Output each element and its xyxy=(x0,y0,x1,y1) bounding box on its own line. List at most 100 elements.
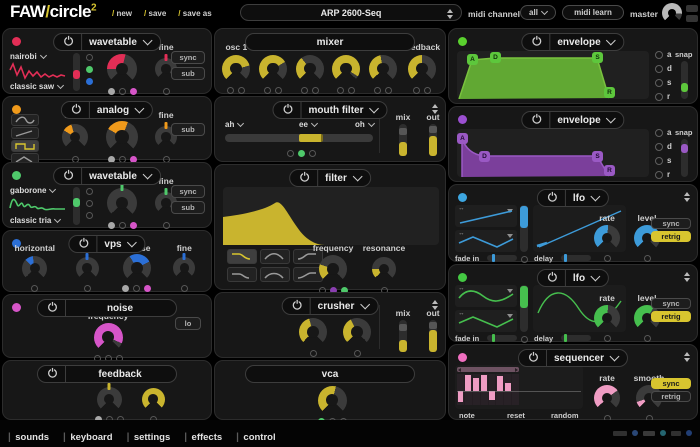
tune-knob[interactable] xyxy=(97,387,122,412)
feedback-level-knob[interactable] xyxy=(408,55,436,83)
tab-sounds[interactable]: | sounds xyxy=(8,427,49,445)
env-slider[interactable] xyxy=(681,139,688,177)
power-icon[interactable] xyxy=(531,33,542,51)
wave-select[interactable]: classic tria xyxy=(10,216,60,225)
rate-knob[interactable] xyxy=(343,318,371,346)
mod-slots[interactable] xyxy=(84,285,91,292)
mod-slot-dot[interactable] xyxy=(133,285,140,292)
power-icon[interactable] xyxy=(528,349,539,367)
mod-slots[interactable] xyxy=(287,150,316,157)
sequencer-step[interactable] xyxy=(457,374,464,405)
env-r-mod-slot[interactable] xyxy=(655,171,663,179)
menu-save-as[interactable]: / save as xyxy=(178,9,211,18)
env-r-mod-slot[interactable] xyxy=(655,93,663,101)
tab-effects[interactable]: | effects xyxy=(184,427,222,445)
chevron-down-icon[interactable] xyxy=(135,104,145,114)
level-knob[interactable] xyxy=(318,386,347,415)
chevron-down-icon[interactable] xyxy=(142,36,152,46)
power-icon[interactable] xyxy=(47,365,58,383)
power-icon[interactable] xyxy=(283,101,294,119)
chevron-down-icon[interactable] xyxy=(369,104,379,114)
chevron-down-icon[interactable] xyxy=(606,36,616,46)
chevron-down-icon[interactable] xyxy=(606,114,616,124)
mod-slots[interactable] xyxy=(108,222,137,229)
vowel-ah-select[interactable]: ah xyxy=(225,120,243,129)
sync-button[interactable]: sync xyxy=(651,298,691,309)
mod-slot-dot[interactable] xyxy=(108,222,115,229)
mod-slots[interactable] xyxy=(354,350,361,357)
mod-slot-dot[interactable] xyxy=(163,222,170,229)
lfo-wave-b-select[interactable]: ↔ xyxy=(455,310,517,332)
mod-slot-dot[interactable] xyxy=(521,336,528,343)
mod-slot-dot[interactable] xyxy=(130,88,137,95)
power-icon[interactable] xyxy=(547,189,558,207)
sync-button[interactable]: sync xyxy=(171,51,205,64)
mod-slots[interactable] xyxy=(31,285,38,292)
chevron-down-icon[interactable] xyxy=(142,170,152,180)
mod-slots[interactable] xyxy=(521,256,528,263)
mod-slot-dot[interactable] xyxy=(238,87,245,94)
fine-knob[interactable] xyxy=(173,257,195,279)
wave-square-button[interactable] xyxy=(11,140,39,152)
retrig-button[interactable]: retrig xyxy=(651,231,691,242)
mod-slot-dot[interactable] xyxy=(108,88,115,95)
power-icon[interactable] xyxy=(78,235,89,253)
midi-learn-button[interactable]: midi learn xyxy=(562,5,624,20)
sequencer-step[interactable] xyxy=(465,374,472,405)
wave-select[interactable]: classic saw xyxy=(10,82,63,91)
mod-slot-dot[interactable] xyxy=(604,335,611,342)
osc3-level-knob[interactable] xyxy=(296,55,324,83)
sequencer-steps[interactable] xyxy=(457,374,519,405)
sequencer-step[interactable] xyxy=(496,374,503,405)
wavetable-position-slider[interactable] xyxy=(73,53,80,91)
env-slider[interactable] xyxy=(681,61,688,99)
wave-sine-button[interactable] xyxy=(11,114,39,126)
mod-slot-dot[interactable] xyxy=(374,87,381,94)
filter-type-bandpass-button[interactable] xyxy=(260,249,290,264)
mod-slot-dot[interactable] xyxy=(86,66,93,73)
mod-slot-dot[interactable] xyxy=(354,350,361,357)
mod-slot-dot[interactable] xyxy=(119,88,126,95)
chevron-down-icon[interactable] xyxy=(591,272,601,282)
module-sort-icon[interactable] xyxy=(684,192,690,202)
preset-selector[interactable]: ARP 2600-Seq xyxy=(240,4,462,21)
module-sort-icon[interactable] xyxy=(684,272,690,282)
crush-knob[interactable] xyxy=(299,318,327,346)
out-slider[interactable] xyxy=(429,124,437,156)
mod-slots[interactable] xyxy=(521,336,528,343)
mod-slot-dot[interactable] xyxy=(413,87,420,94)
vowel-ee-select[interactable]: ee xyxy=(299,120,317,129)
sync-button[interactable]: sync xyxy=(651,378,691,389)
osc4-level-knob[interactable] xyxy=(332,55,360,83)
mod-slot-dot[interactable] xyxy=(337,87,344,94)
module-sort-icon[interactable] xyxy=(684,352,690,362)
mod-slot-dot[interactable] xyxy=(309,150,316,157)
sequencer-step[interactable] xyxy=(489,374,496,405)
power-icon[interactable] xyxy=(299,169,310,187)
mod-slot-dot[interactable] xyxy=(86,54,93,61)
mod-slot-dot[interactable] xyxy=(301,87,308,94)
mod-slot-dot[interactable] xyxy=(86,78,93,85)
mod-slot-dot[interactable] xyxy=(385,87,392,94)
mix-slider[interactable] xyxy=(399,320,407,352)
wavetable-bank-select[interactable]: gaborone xyxy=(10,186,55,195)
filter-type-lowpass-button[interactable] xyxy=(227,249,257,264)
menu-save[interactable]: / save xyxy=(144,9,166,18)
level-knob[interactable] xyxy=(142,388,165,411)
mod-slot-dot[interactable] xyxy=(86,200,93,207)
lo-button[interactable]: lo xyxy=(175,317,201,330)
env-a-mod-slot[interactable] xyxy=(655,129,663,137)
power-icon[interactable] xyxy=(547,269,558,287)
filter-curve-display[interactable] xyxy=(223,187,439,245)
resonance-knob[interactable] xyxy=(372,257,396,281)
sequencer-scrollbar[interactable] xyxy=(457,367,519,372)
mod-slots[interactable] xyxy=(413,87,431,94)
envelope-display[interactable]: A D S R xyxy=(457,129,649,177)
power-icon[interactable] xyxy=(63,33,74,51)
mod-slots[interactable] xyxy=(86,188,93,219)
chevron-down-icon[interactable] xyxy=(360,300,370,310)
mod-slot-dot[interactable] xyxy=(275,87,282,94)
env-s-mod-slot[interactable] xyxy=(655,79,663,87)
noise-level-knob[interactable] xyxy=(369,55,397,83)
mod-slot-dot[interactable] xyxy=(86,188,93,195)
